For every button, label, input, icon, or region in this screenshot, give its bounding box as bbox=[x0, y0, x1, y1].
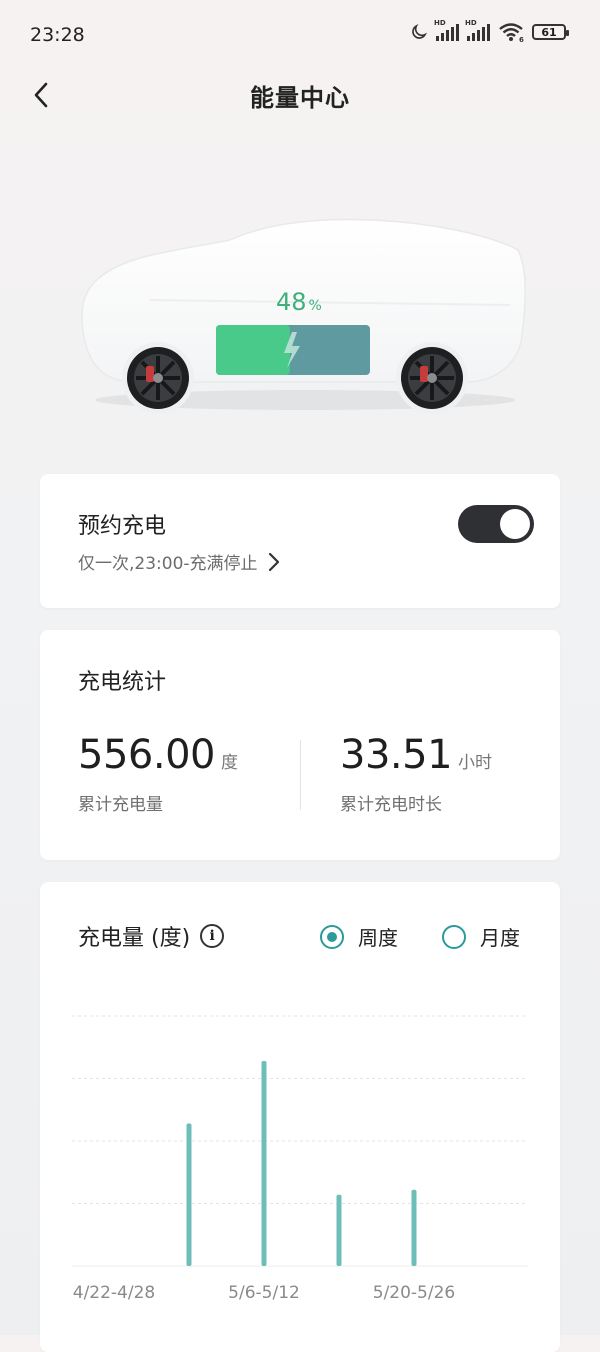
stats-title: 充电统计 bbox=[78, 670, 167, 695]
charge-bar-chart: 4/22-4/28 5/6-5/12 5/20-5/26 bbox=[72, 1015, 528, 1303]
wifi-icon: 6 bbox=[499, 23, 524, 42]
hd-tag: HD bbox=[434, 19, 446, 27]
rear-wheel bbox=[396, 342, 468, 414]
stats-divider bbox=[300, 740, 301, 810]
schedule-charging-card: 预约充电 仅一次,23:00-充满停止 bbox=[40, 474, 560, 608]
status-bar: 23:28 HD HD 6 61 bbox=[0, 0, 600, 70]
total-energy-stat: 556.00 度 累计充电量 bbox=[78, 732, 238, 815]
chart-x-tick-label: 5/20-5/26 bbox=[373, 1283, 456, 1303]
chart-x-tick-label: 5/6-5/12 bbox=[228, 1283, 300, 1303]
total-time-stat: 33.51 小时 累计充电时长 bbox=[340, 732, 493, 815]
chart-bar-5/6-5/12[interactable] bbox=[261, 1061, 267, 1266]
schedule-subtitle: 仅一次,23:00-充满停止 bbox=[78, 554, 258, 574]
chart-bar-5/13-5/19[interactable] bbox=[336, 1194, 342, 1266]
battery-percent: 48% bbox=[276, 288, 322, 316]
schedule-title: 预约充电 bbox=[78, 514, 167, 539]
battery-percent-value: 48 bbox=[276, 288, 307, 316]
page-title: 能量中心 bbox=[250, 84, 350, 112]
chart-x-tick-label: 4/22-4/28 bbox=[73, 1283, 156, 1303]
percent-sign: % bbox=[308, 298, 322, 314]
battery-level: 61 bbox=[541, 25, 557, 39]
schedule-toggle[interactable] bbox=[458, 505, 534, 543]
moon-icon bbox=[412, 23, 428, 39]
chart-bar-5/20-5/26[interactable] bbox=[411, 1189, 417, 1266]
front-wheel bbox=[122, 342, 194, 414]
total-energy-value: 556.00 bbox=[78, 732, 215, 778]
total-energy-label: 累计充电量 bbox=[78, 795, 163, 815]
cell-signal-icon: HD bbox=[434, 19, 459, 41]
total-time-value: 33.51 bbox=[340, 732, 453, 778]
charging-stats-card: 充电统计 556.00 度 累计充电量 33.51 小时 累计充电时长 bbox=[40, 630, 560, 860]
cell-signal-icon: HD bbox=[465, 19, 490, 41]
chevron-right-icon bbox=[268, 552, 279, 571]
charge-chart-card: 充电量 (度) i 周度 月度 4/22-4/28 5/6-5/12 5/20-5/… bbox=[40, 882, 560, 1352]
schedule-detail-link[interactable]: 仅一次,23:00-充满停止 bbox=[78, 549, 280, 574]
chart-bar-4/29-5/5[interactable] bbox=[186, 1123, 192, 1267]
total-energy-unit: 度 bbox=[220, 753, 238, 773]
wifi-tag: 6 bbox=[519, 36, 524, 42]
battery-icon: 61 bbox=[532, 24, 569, 40]
total-time-label: 累计充电时长 bbox=[340, 795, 442, 815]
battery-graphic bbox=[216, 325, 370, 375]
hd-tag: HD bbox=[465, 19, 477, 27]
status-icons: HD HD 6 61 bbox=[410, 19, 569, 42]
status-time: 23:28 bbox=[30, 24, 85, 46]
total-time-unit: 小时 bbox=[458, 753, 493, 773]
nav-bar: 能量中心 bbox=[0, 70, 600, 120]
toggle-knob bbox=[500, 509, 530, 539]
